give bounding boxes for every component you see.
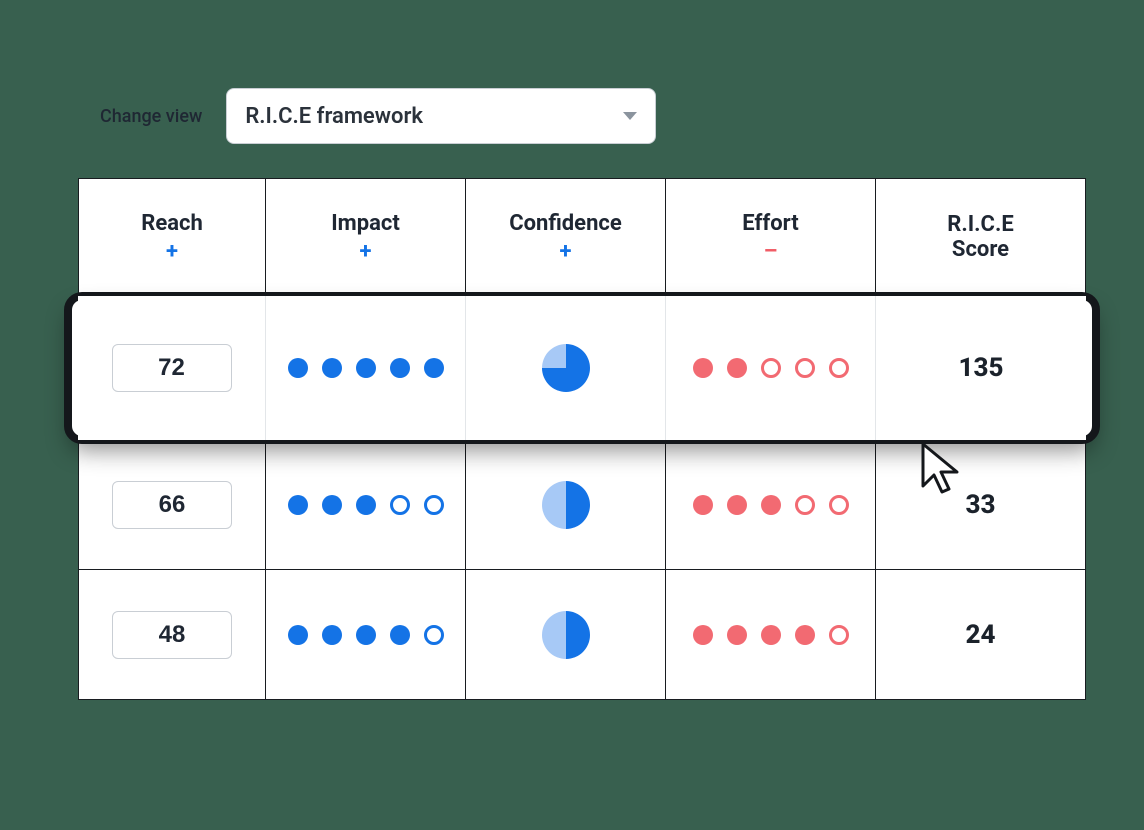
impact-dot[interactable]	[322, 495, 342, 515]
column-header: R.I.C.E Score	[876, 178, 1086, 296]
confidence-pie[interactable]	[542, 611, 590, 659]
column-title: Confidence	[509, 211, 622, 236]
effort-dot[interactable]	[693, 495, 713, 515]
effort-cell	[666, 296, 876, 440]
impact-cell	[266, 440, 466, 570]
plus-icon: +	[166, 241, 178, 263]
effort-dots[interactable]	[693, 495, 849, 515]
reach-cell	[78, 570, 266, 700]
effort-dots[interactable]	[693, 625, 849, 645]
impact-dot[interactable]	[288, 495, 308, 515]
score-cell: 135	[876, 296, 1086, 440]
table-row[interactable]: 135	[78, 296, 1086, 440]
plus-icon: +	[560, 241, 572, 263]
impact-cell	[266, 296, 466, 440]
effort-dot[interactable]	[727, 358, 747, 378]
effort-dot[interactable]	[693, 358, 713, 378]
impact-dot[interactable]	[356, 495, 376, 515]
column-header: Effort –	[666, 178, 876, 296]
score-value: 135	[959, 353, 1004, 383]
effort-dot[interactable]	[727, 625, 747, 645]
impact-dot[interactable]	[356, 358, 376, 378]
impact-dot[interactable]	[424, 625, 444, 645]
score-cell: 24	[876, 570, 1086, 700]
impact-dots[interactable]	[288, 358, 444, 378]
effort-dot[interactable]	[829, 495, 849, 515]
impact-dots[interactable]	[288, 495, 444, 515]
effort-dots[interactable]	[693, 358, 849, 378]
effort-dot[interactable]	[761, 495, 781, 515]
impact-dot[interactable]	[322, 358, 342, 378]
column-title: R.I.C.E Score	[921, 212, 1041, 263]
effort-dot[interactable]	[693, 625, 713, 645]
impact-dot[interactable]	[288, 358, 308, 378]
effort-dot[interactable]	[761, 358, 781, 378]
minus-icon: –	[764, 241, 778, 263]
effort-dot[interactable]	[795, 625, 815, 645]
reach-input[interactable]	[112, 344, 232, 392]
chevron-down-icon	[623, 112, 637, 120]
confidence-cell	[466, 440, 666, 570]
impact-dots[interactable]	[288, 625, 444, 645]
impact-dot[interactable]	[424, 358, 444, 378]
impact-cell	[266, 570, 466, 700]
column-title: Reach	[141, 211, 203, 236]
score-cell: 33	[876, 440, 1086, 570]
table-row[interactable]: 24	[78, 570, 1086, 700]
change-view-label: Change view	[100, 106, 202, 127]
reach-input[interactable]	[112, 481, 232, 529]
cursor-icon	[920, 442, 962, 498]
plus-icon: +	[360, 241, 372, 263]
impact-dot[interactable]	[288, 625, 308, 645]
impact-dot[interactable]	[390, 358, 410, 378]
reach-cell	[78, 296, 266, 440]
effort-dot[interactable]	[829, 358, 849, 378]
view-select[interactable]: R.I.C.E framework	[226, 88, 656, 144]
view-select-value: R.I.C.E framework	[245, 104, 423, 129]
table-header-row: Reach + Impact + Confidence + Effort – R.I.C.E S…	[78, 178, 1086, 296]
impact-dot[interactable]	[322, 625, 342, 645]
score-value: 33	[966, 490, 996, 520]
score-value: 24	[966, 620, 996, 650]
impact-dot[interactable]	[424, 495, 444, 515]
reach-input[interactable]	[112, 611, 232, 659]
effort-cell	[666, 440, 876, 570]
confidence-pie[interactable]	[542, 344, 590, 392]
effort-dot[interactable]	[727, 495, 747, 515]
column-header: Reach +	[78, 178, 266, 296]
effort-dot[interactable]	[829, 625, 849, 645]
rice-table: Reach + Impact + Confidence + Effort – R.I.C.E S…	[78, 178, 1086, 700]
impact-dot[interactable]	[390, 625, 410, 645]
effort-dot[interactable]	[761, 625, 781, 645]
effort-dot[interactable]	[795, 495, 815, 515]
column-header: Impact +	[266, 178, 466, 296]
column-title: Impact	[331, 211, 400, 236]
effort-dot[interactable]	[795, 358, 815, 378]
reach-cell	[78, 440, 266, 570]
impact-dot[interactable]	[356, 625, 376, 645]
confidence-cell	[466, 570, 666, 700]
column-title: Effort	[742, 211, 798, 236]
column-header: Confidence +	[466, 178, 666, 296]
confidence-cell	[466, 296, 666, 440]
confidence-pie[interactable]	[542, 481, 590, 529]
impact-dot[interactable]	[390, 495, 410, 515]
effort-cell	[666, 570, 876, 700]
